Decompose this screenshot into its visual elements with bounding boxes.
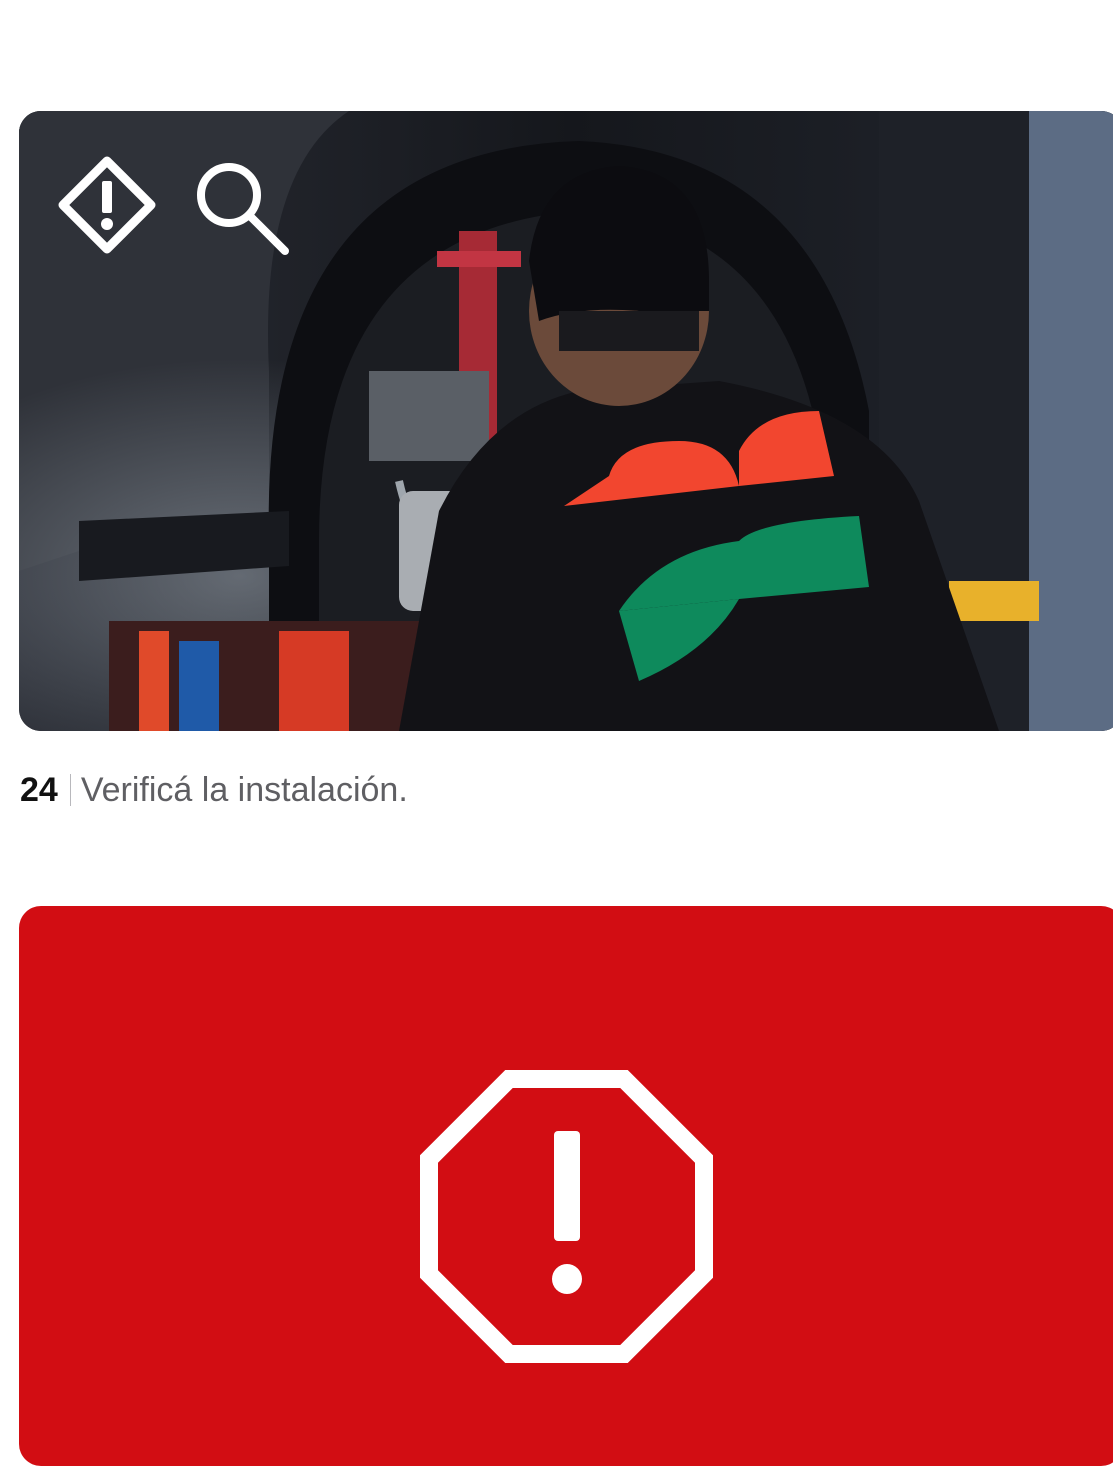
mechanic-photo: [19, 111, 1113, 731]
caption-divider: [69, 774, 71, 806]
warning-diamond-icon: [58, 156, 156, 254]
step-instruction: Verificá la instalación.: [80, 771, 408, 809]
step-number: 24: [20, 771, 58, 809]
stop-warning-icon: [420, 1070, 713, 1363]
warning-card: [19, 906, 1113, 1466]
overlay-icons: [51, 151, 293, 263]
step-caption: 24 Verificá la instalación.: [20, 768, 408, 812]
magnifier-icon: [197, 163, 289, 255]
